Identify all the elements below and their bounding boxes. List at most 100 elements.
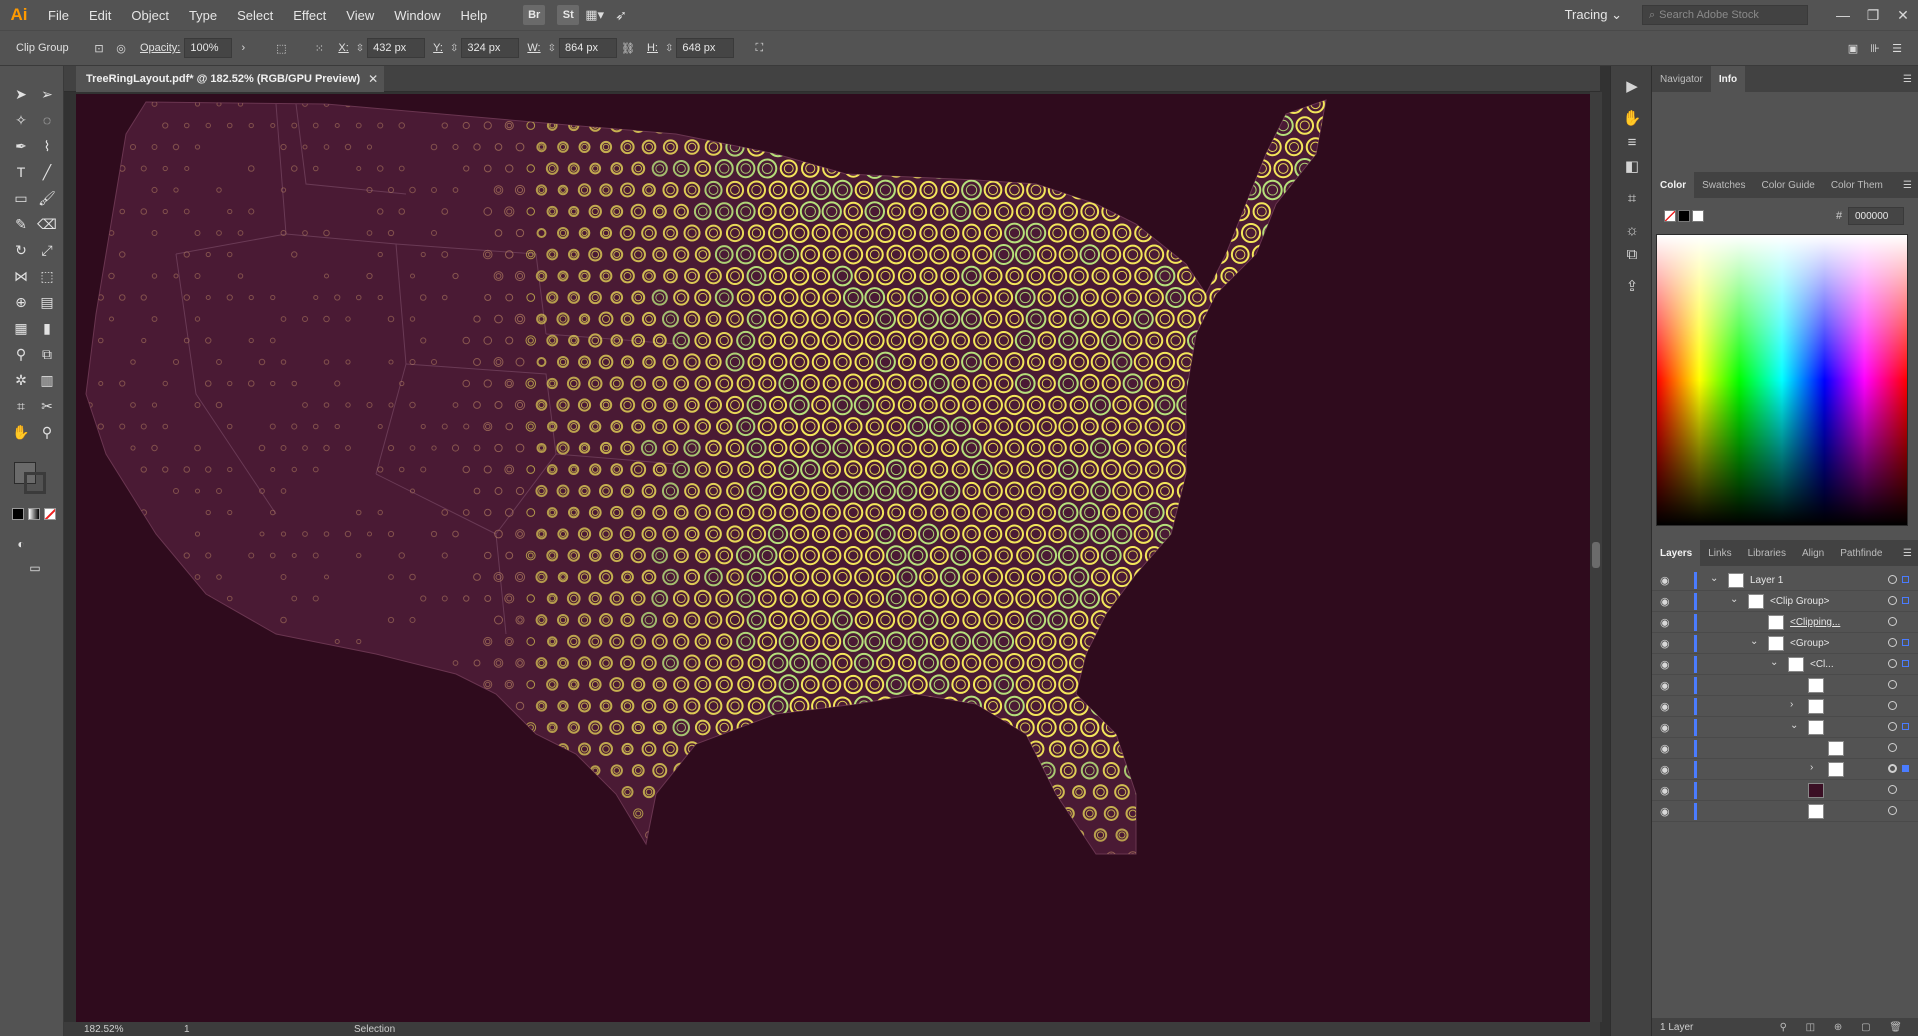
artboard-canvas[interactable] [76,94,1590,1026]
layer-row[interactable]: ◉ ⌄ <Clip Group> [1652,591,1918,612]
rotate-tool-icon[interactable]: ↻ [8,238,34,262]
selection-indicator[interactable] [1902,576,1909,583]
shape-builder-tool-icon[interactable]: ⊕ [8,290,34,314]
layer-name[interactable]: Layer 1 [1750,575,1783,586]
stock-button[interactable]: St [557,5,580,25]
selection-tool-icon[interactable]: ➤ [8,82,34,106]
scale-tool-icon[interactable]: ⤢ [34,238,60,262]
search-stock-input[interactable]: ⌕ Search Adobe Stock [1642,5,1808,25]
arrange-icon[interactable]: ▣ [1842,37,1864,59]
visibility-eye-icon[interactable]: ◉ [1660,700,1670,713]
artboard-tool-icon[interactable]: ⌗ [8,394,34,418]
vertical-scrollbar[interactable] [1590,92,1602,1022]
selection-indicator[interactable] [1902,660,1909,667]
tab-libraries[interactable]: Libraries [1740,540,1794,566]
opacity-field[interactable]: 100% [184,38,233,58]
arrange-documents-icon[interactable]: ▦▾ [585,7,615,23]
panel-menu-icon[interactable]: ☰ [1903,74,1912,85]
visibility-eye-icon[interactable]: ◉ [1660,637,1670,650]
y-stepper-icon[interactable]: ⇳ [450,43,458,54]
status-mode[interactable]: Selection [354,1024,395,1035]
layer-name[interactable]: <Clip Group> [1770,596,1829,607]
chevron-down-icon[interactable]: ⌄ [1790,720,1798,731]
graphic-styles-icon[interactable]: ⧉ [1620,242,1644,266]
selection-indicator[interactable] [1902,723,1909,730]
rectangle-tool-icon[interactable]: ▭ [8,186,34,210]
bridge-button[interactable]: Br [523,5,546,25]
draw-mode-icon[interactable]: ◐ [8,532,34,556]
layer-name[interactable]: <Group> [1790,638,1829,649]
color-mode-button[interactable] [12,508,24,520]
gradient-tool-icon[interactable]: ▮ [34,316,60,340]
tab-layers[interactable]: Layers [1652,540,1701,566]
menu-help[interactable]: Help [450,0,497,30]
zoom-tool-icon[interactable]: ⚲ [34,420,60,444]
workspace-switcher[interactable]: Tracing ⌄ [1565,7,1622,23]
perspective-grid-tool-icon[interactable]: ▤ [34,290,60,314]
tab-color-themes[interactable]: Color Them [1823,172,1891,198]
color-spectrum[interactable] [1656,234,1908,526]
layer-row[interactable]: ◉ › [1652,759,1918,780]
layer-row[interactable]: ◉ ⌄ <Group> [1652,633,1918,654]
menu-window[interactable]: Window [384,0,450,30]
target-circle-icon[interactable] [1888,680,1897,689]
layer-row[interactable]: ◉ <Clipping... [1652,612,1918,633]
tab-pathfinder[interactable]: Pathfinde [1832,540,1890,566]
x-stepper-icon[interactable]: ⇳ [356,43,364,54]
document-tab[interactable]: TreeRingLayout.pdf* @ 182.52% (RGB/GPU P… [76,66,385,92]
layer-row[interactable]: ◉ [1652,801,1918,822]
visibility-eye-icon[interactable]: ◉ [1660,679,1670,692]
transparency-panel-icon[interactable]: ◧ [1620,154,1644,178]
visibility-eye-icon[interactable]: ◉ [1660,763,1670,776]
distribute-icon[interactable]: ⊪ [1864,37,1886,59]
tab-align[interactable]: Align [1794,540,1832,566]
panel-menu-icon[interactable]: ☰ [1903,180,1912,191]
w-stepper-icon[interactable]: ⇳ [548,43,556,54]
free-transform-tool-icon[interactable]: ⬚ [34,264,60,288]
chevron-right-icon[interactable]: › [232,37,254,59]
visibility-eye-icon[interactable]: ◉ [1660,595,1670,608]
stroke-panel-icon[interactable]: ≡ [1620,130,1644,154]
play-action-icon[interactable]: ▶ [1620,74,1644,98]
none-mode-button[interactable] [44,508,56,520]
screen-mode-icon[interactable]: ▭ [22,556,48,580]
lasso-tool-icon[interactable]: ◌ [34,108,60,132]
chevron-down-icon[interactable]: ⌄ [1750,636,1758,647]
asset-export-icon[interactable]: ⇪ [1620,274,1644,298]
visibility-eye-icon[interactable]: ◉ [1660,742,1670,755]
hex-input[interactable]: 000000 [1848,207,1904,225]
visibility-eye-icon[interactable]: ◉ [1660,805,1670,818]
gradient-mode-button[interactable] [28,508,40,520]
close-tab-icon[interactable]: ✕ [368,72,378,86]
visibility-eye-icon[interactable]: ◉ [1660,721,1670,734]
layer-actions-icons[interactable]: ⚲ ◫ ⊕ ▢ 🗑 [1780,1022,1910,1033]
layer-row[interactable]: ◉ ⌄ [1652,717,1918,738]
symbols-panel-icon[interactable]: ⌗ [1620,186,1644,210]
hand-tool-icon[interactable]: ✋ [8,420,34,444]
chevron-down-icon[interactable]: ⌄ [1770,657,1778,668]
h-field[interactable]: 648 px [676,38,735,58]
close-icon[interactable]: ✕ [1888,7,1918,24]
target-circle-icon[interactable] [1888,701,1897,710]
chevron-right-icon[interactable]: › [1790,699,1793,710]
menu-select[interactable]: Select [227,0,283,30]
blend-tool-icon[interactable]: ⧉ [34,342,60,366]
visibility-eye-icon[interactable]: ◉ [1660,574,1670,587]
restore-icon[interactable]: ❐ [1858,7,1888,24]
visibility-eye-icon[interactable]: ◉ [1660,784,1670,797]
magic-wand-tool-icon[interactable]: ✧ [8,108,34,132]
tab-info[interactable]: Info [1710,66,1746,92]
panel-menu-icon[interactable]: ☰ [1886,37,1908,59]
white-swatch[interactable] [1692,210,1704,222]
curvature-tool-icon[interactable]: ⌇ [34,134,60,158]
tab-links[interactable]: Links [1700,540,1739,566]
h-stepper-icon[interactable]: ⇳ [665,43,673,54]
target-circle-icon[interactable] [1888,575,1897,584]
width-tool-icon[interactable]: ⋈ [8,264,34,288]
eyedropper-tool-icon[interactable]: ⚲ [8,342,34,366]
zoom-level[interactable]: 182.52% [64,1024,124,1035]
tab-navigator[interactable]: Navigator [1652,66,1711,92]
paintbrush-tool-icon[interactable]: 🖌 [34,186,60,210]
puppet-icon[interactable]: ✋ [1620,106,1644,130]
menu-object[interactable]: Object [121,0,179,30]
